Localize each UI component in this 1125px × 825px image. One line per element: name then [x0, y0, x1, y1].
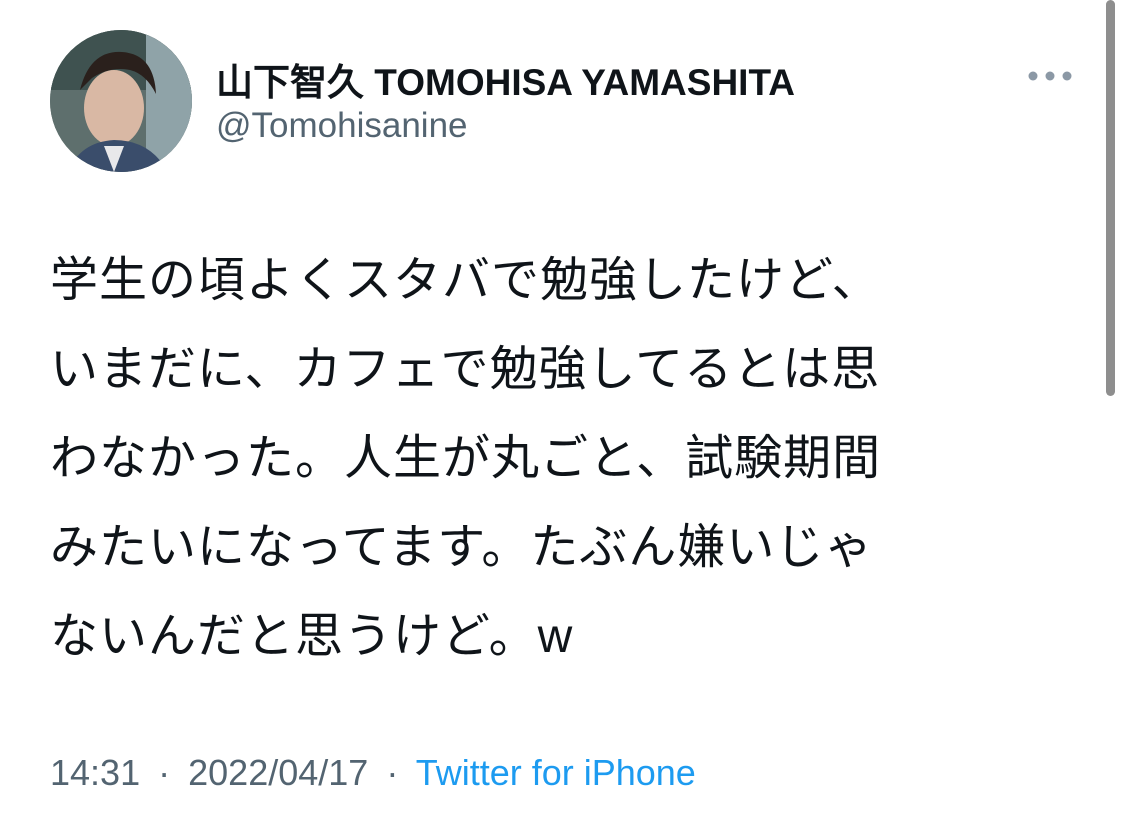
meta-separator: ·: [386, 752, 399, 793]
author-display-name[interactable]: 山下智久 TOMOHISA YAMASHITA: [216, 52, 795, 106]
more-options-button[interactable]: [1022, 58, 1078, 94]
tweet-date[interactable]: 2022/04/17: [188, 752, 368, 793]
scrollbar[interactable]: [1106, 0, 1115, 396]
avatar[interactable]: [50, 30, 192, 172]
more-horizontal-icon: [1028, 71, 1072, 81]
meta-separator: ·: [158, 752, 171, 793]
tweet-time[interactable]: 14:31: [50, 752, 140, 793]
tweet-text: 学生の頃よくスタバで勉強したけど、 いまだに、カフェで勉強してるとは思 わなかっ…: [50, 254, 882, 663]
tweet-meta: 14:31 · 2022/04/17 · Twitter for iPhone: [50, 752, 696, 794]
profile-photo-icon: [50, 30, 192, 172]
author-handle[interactable]: @Tomohisanine: [216, 106, 468, 146]
tweet-source-link[interactable]: Twitter for iPhone: [416, 752, 696, 793]
